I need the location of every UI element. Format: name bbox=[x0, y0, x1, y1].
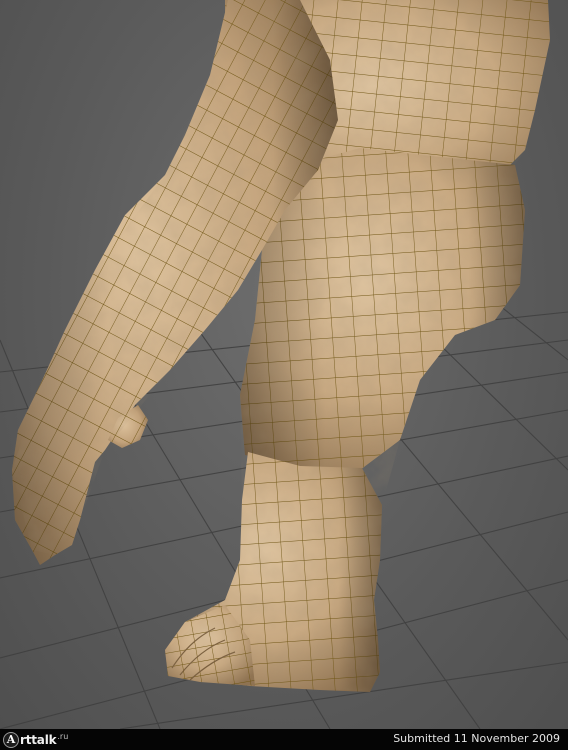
sculpt-detail bbox=[12, 0, 550, 692]
logo-suffix: .ru bbox=[57, 732, 69, 741]
3d-viewport[interactable] bbox=[0, 0, 568, 729]
logo-text: rttalk bbox=[20, 732, 57, 747]
logo-mark: A bbox=[3, 731, 19, 748]
viewport-canvas[interactable] bbox=[0, 0, 568, 729]
submitted-date: Submitted 11 November 2009 bbox=[393, 732, 560, 745]
site-logo[interactable]: A rttalk .ru bbox=[3, 731, 68, 748]
watermark-footer: A rttalk .ru Submitted 11 November 2009 bbox=[0, 729, 568, 750]
